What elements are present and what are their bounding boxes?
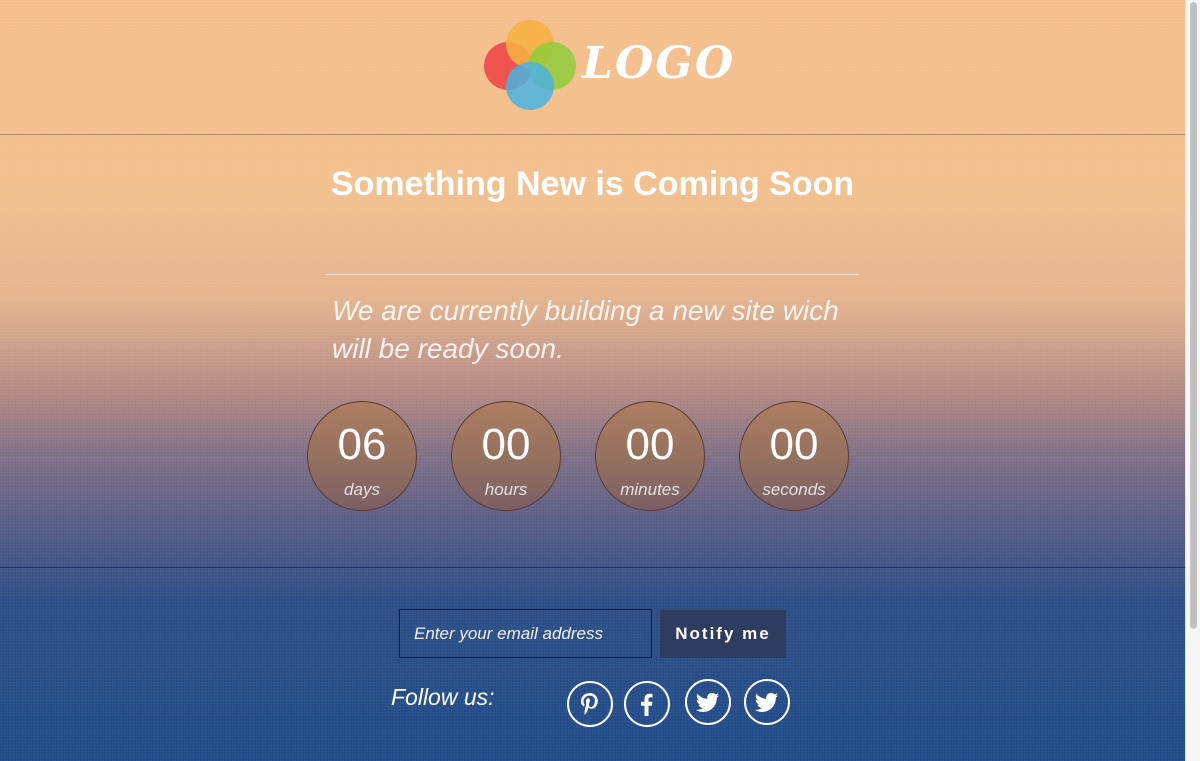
countdown-hours-label: hours	[484, 480, 528, 499]
countdown-minutes-value: 00	[625, 420, 675, 469]
page-subtitle: We are currently building a new site wic…	[332, 295, 839, 364]
headline-divider	[326, 274, 859, 275]
section-divider	[0, 567, 1185, 568]
twitter-icon	[695, 692, 719, 712]
countdown-seconds: 00 seconds	[739, 401, 849, 511]
countdown-hours-value: 00	[481, 420, 531, 469]
facebook-icon	[641, 693, 653, 716]
logo-text: LOGO	[582, 38, 736, 89]
page-headline: Something New is Coming Soon	[330, 165, 855, 203]
vertical-scrollbar[interactable]	[1185, 0, 1200, 761]
email-input[interactable]	[399, 609, 652, 658]
twitter-icon	[754, 692, 778, 712]
scrollbar-thumb[interactable]	[1190, 2, 1197, 629]
countdown-hours: 00 hours	[451, 401, 561, 511]
twitter-link-2[interactable]	[744, 679, 790, 725]
countdown-days-label: days	[344, 480, 380, 499]
twitter-link[interactable]	[685, 679, 731, 725]
countdown-days: 06 days	[307, 401, 417, 511]
facebook-link[interactable]	[624, 681, 670, 727]
notify-me-button[interactable]: Notify me	[660, 610, 786, 658]
follow-us-label: Follow us:	[391, 684, 495, 710]
countdown-seconds-label: seconds	[762, 480, 826, 499]
countdown-seconds-value: 00	[769, 420, 819, 469]
pinterest-link[interactable]	[567, 681, 613, 727]
site-header: LOGO	[0, 0, 1185, 135]
logo[interactable]: LOGO	[484, 20, 733, 112]
pinterest-icon	[581, 693, 598, 715]
countdown-minutes: 00 minutes	[595, 401, 705, 511]
countdown-days-value: 06	[337, 420, 387, 469]
countdown-minutes-label: minutes	[620, 480, 680, 499]
logo-circles-icon	[484, 20, 576, 110]
